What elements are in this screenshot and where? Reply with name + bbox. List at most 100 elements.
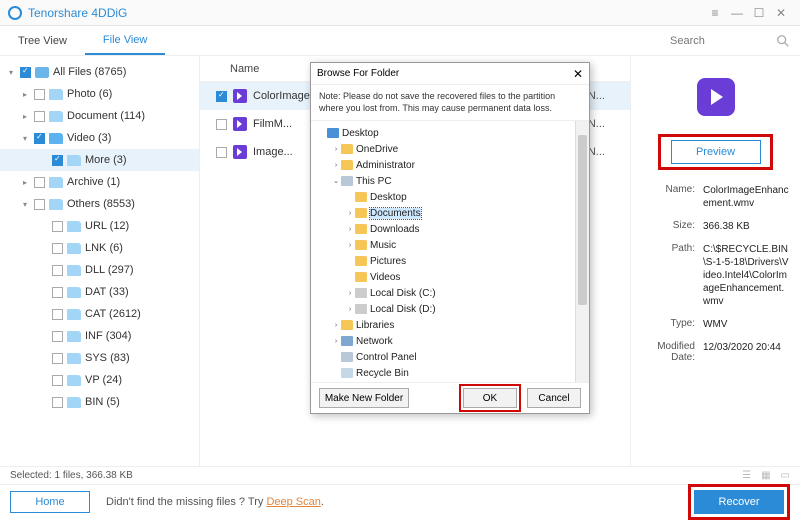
- checkbox[interactable]: [52, 221, 63, 232]
- checkbox[interactable]: [216, 147, 227, 158]
- checkbox[interactable]: [34, 177, 45, 188]
- checkbox[interactable]: [34, 111, 45, 122]
- dialog-folder-tree[interactable]: Desktop›OneDrive›Administrator⌄This PCDe…: [311, 121, 589, 383]
- sidebar-item[interactable]: BIN (5): [0, 391, 199, 413]
- sidebar-item[interactable]: CAT (2612): [0, 303, 199, 325]
- home-button[interactable]: Home: [10, 491, 90, 513]
- dialog-scrollbar[interactable]: [575, 121, 589, 382]
- sidebar-item[interactable]: VP (24): [0, 369, 199, 391]
- sidebar-item[interactable]: ▾Others (8553): [0, 193, 199, 215]
- sidebar-item[interactable]: ▾Video (3): [0, 127, 199, 149]
- dialog-tree-item[interactable]: Desktop: [313, 125, 587, 141]
- dialog-close-icon[interactable]: ✕: [573, 67, 583, 81]
- expand-arrow-icon[interactable]: ›: [345, 290, 355, 297]
- sidebar-item[interactable]: ▸Photo (6): [0, 83, 199, 105]
- expand-arrow-icon[interactable]: ›: [331, 322, 341, 329]
- expand-arrow-icon[interactable]: ›: [345, 242, 355, 249]
- preview-button[interactable]: Preview: [671, 140, 761, 164]
- dialog-tree-item[interactable]: ›Administrator: [313, 157, 587, 173]
- folder-icon: [341, 352, 353, 362]
- expand-arrow-icon[interactable]: ›: [345, 226, 355, 233]
- checkbox[interactable]: [52, 375, 63, 386]
- checkbox[interactable]: [52, 397, 63, 408]
- checkbox[interactable]: [34, 199, 45, 210]
- dialog-tree-label: Downloads: [370, 224, 419, 235]
- checkbox[interactable]: [52, 309, 63, 320]
- folder-icon: [341, 160, 353, 170]
- sidebar-item[interactable]: More (3): [0, 149, 199, 171]
- checkbox[interactable]: [52, 287, 63, 298]
- make-new-folder-button[interactable]: Make New Folder: [319, 388, 409, 408]
- search-input[interactable]: [670, 31, 790, 51]
- expand-arrow-icon[interactable]: ›: [345, 306, 355, 313]
- checkbox[interactable]: [34, 133, 45, 144]
- dialog-tree-label: Libraries: [356, 320, 394, 331]
- list-view-icon[interactable]: ☰: [742, 470, 751, 481]
- checkbox[interactable]: [20, 67, 31, 78]
- checkbox[interactable]: [52, 353, 63, 364]
- folder-icon: [49, 89, 63, 100]
- checkbox[interactable]: [216, 119, 227, 130]
- sidebar-tree[interactable]: ▾All Files (8765)▸Photo (6)▸Document (11…: [0, 56, 200, 466]
- sidebar-item[interactable]: ▸Document (114): [0, 105, 199, 127]
- detail-view-icon[interactable]: ▭: [781, 470, 790, 481]
- expand-arrow-icon[interactable]: ▸: [20, 178, 30, 187]
- expand-arrow-icon[interactable]: ▾: [20, 200, 30, 209]
- dialog-tree-item[interactable]: Control Panel: [313, 349, 587, 365]
- dialog-tree-item[interactable]: › Libraries: [313, 317, 587, 333]
- minimize-button[interactable]: —: [726, 2, 748, 24]
- deep-scan-link[interactable]: Deep Scan: [266, 496, 320, 508]
- dialog-titlebar: Browse For Folder ✕: [311, 63, 589, 85]
- close-button[interactable]: ✕: [770, 2, 792, 24]
- ok-button[interactable]: OK: [463, 388, 517, 408]
- tab-tree-view[interactable]: Tree View: [0, 26, 85, 55]
- dialog-tree-item[interactable]: Recycle Bin: [313, 365, 587, 381]
- cancel-button[interactable]: Cancel: [527, 388, 581, 408]
- dialog-tree-item[interactable]: ⌄This PC: [313, 173, 587, 189]
- expand-arrow-icon[interactable]: ▸: [20, 112, 30, 121]
- sidebar-item[interactable]: ▸Archive (1): [0, 171, 199, 193]
- dialog-tree-item[interactable]: ›Local Disk (C:): [313, 285, 587, 301]
- search-icon[interactable]: [776, 34, 790, 48]
- menu-icon[interactable]: ≡: [704, 2, 726, 24]
- tabs-row: Tree View File View: [0, 26, 800, 56]
- maximize-button[interactable]: ☐: [748, 2, 770, 24]
- recover-button[interactable]: Recover: [694, 490, 784, 514]
- expand-arrow-icon[interactable]: ›: [331, 162, 341, 169]
- sidebar-item[interactable]: URL (12): [0, 215, 199, 237]
- grid-view-icon[interactable]: ▦: [761, 470, 770, 481]
- sidebar-item[interactable]: ▾All Files (8765): [0, 61, 199, 83]
- checkbox[interactable]: [52, 265, 63, 276]
- sidebar-item[interactable]: LNK (6): [0, 237, 199, 259]
- dialog-tree-item[interactable]: ›Local Disk (D:): [313, 301, 587, 317]
- dialog-tree-item[interactable]: Videos: [313, 269, 587, 285]
- checkbox[interactable]: [52, 243, 63, 254]
- dialog-tree-item[interactable]: ›Network: [313, 333, 587, 349]
- sidebar-item[interactable]: INF (304): [0, 325, 199, 347]
- checkbox[interactable]: [52, 155, 63, 166]
- dialog-tree-item[interactable]: Pictures: [313, 253, 587, 269]
- checkbox[interactable]: [34, 89, 45, 100]
- tab-file-view[interactable]: File View: [85, 26, 165, 55]
- expand-arrow-icon[interactable]: ⌄: [331, 177, 341, 185]
- expand-arrow-icon[interactable]: ›: [331, 338, 341, 345]
- dialog-tree-item[interactable]: ›Documents: [313, 205, 587, 221]
- dialog-tree-item[interactable]: ›Music: [313, 237, 587, 253]
- expand-arrow-icon[interactable]: ›: [331, 146, 341, 153]
- sidebar-item[interactable]: DLL (297): [0, 259, 199, 281]
- dialog-tree-item[interactable]: ›OneDrive: [313, 141, 587, 157]
- sidebar-item[interactable]: SYS (83): [0, 347, 199, 369]
- expand-arrow-icon[interactable]: ›: [345, 210, 355, 217]
- folder-icon: [67, 243, 81, 254]
- expand-arrow-icon[interactable]: ▾: [6, 68, 16, 77]
- dialog-tree-label: Desktop: [370, 192, 407, 203]
- dialog-tree-item[interactable]: Desktop: [313, 189, 587, 205]
- expand-arrow-icon[interactable]: ▾: [20, 134, 30, 143]
- checkbox[interactable]: [216, 91, 227, 102]
- checkbox[interactable]: [52, 331, 63, 342]
- dialog-tree-item[interactable]: 4DDIG program: [313, 381, 587, 383]
- sidebar-item[interactable]: DAT (33): [0, 281, 199, 303]
- dialog-tree-item[interactable]: › Downloads: [313, 221, 587, 237]
- expand-arrow-icon[interactable]: ▸: [20, 90, 30, 99]
- col-name[interactable]: Name: [230, 63, 259, 75]
